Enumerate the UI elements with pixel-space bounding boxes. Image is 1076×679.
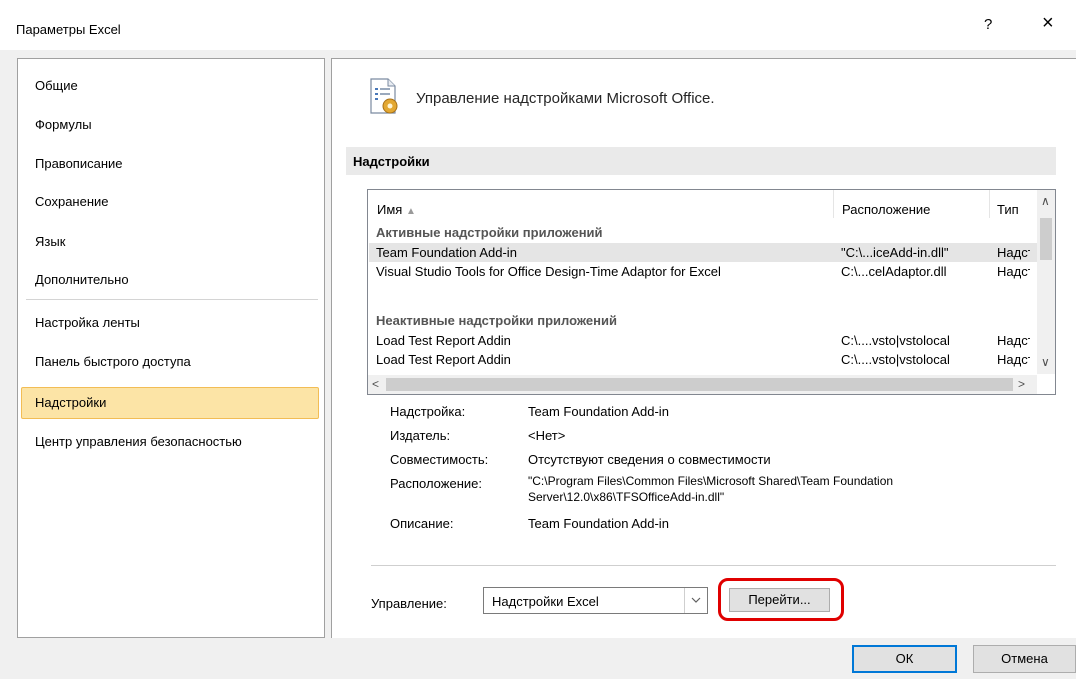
detail-desc-value: Team Foundation Add-in (528, 516, 669, 531)
detail-desc-label: Описание: (390, 516, 454, 531)
row-name: Team Foundation Add-in (376, 245, 517, 260)
detail-location-value-line1: "C:\Program Files\Common Files\Microsoft… (528, 474, 894, 488)
group-inactive-addins: Неактивные надстройки приложений (376, 313, 617, 328)
help-button[interactable]: ? (984, 16, 992, 33)
detail-addin-value: Team Foundation Add-in (528, 404, 669, 419)
cancel-button[interactable]: Отмена (973, 645, 1076, 673)
chevron-down-icon[interactable] (684, 588, 707, 613)
sidebar-item-customize-ribbon[interactable]: Настройка ленты (35, 315, 140, 330)
row-location: C:\...celAdaptor.dll (841, 264, 947, 279)
detail-compat-value: Отсутствуют сведения о совместимости (528, 452, 771, 467)
row-name: Load Test Report Addin (376, 333, 511, 348)
table-row[interactable]: Visual Studio Tools for Office Design-Ti… (369, 262, 1038, 281)
page-header: Управление надстройками Microsoft Office… (416, 90, 715, 107)
horizontal-scroll-thumb[interactable] (386, 378, 1013, 391)
addins-table[interactable]: Имя ▲ Расположение Тип Активные надстрой… (367, 189, 1056, 395)
sidebar-item-proofing[interactable]: Правописание (35, 156, 123, 171)
section-title: Надстройки (353, 154, 430, 169)
group-active-addins: Активные надстройки приложений (376, 225, 603, 240)
row-type: Надстройка (997, 245, 1030, 260)
sort-ascending-icon: ▲ (405, 206, 416, 217)
addins-icon (370, 78, 398, 114)
detail-compat-label: Совместимость: (390, 452, 489, 467)
sidebar-item-advanced[interactable]: Дополнительно (35, 272, 129, 287)
column-header-location[interactable]: Расположение (842, 202, 930, 217)
row-location: "C:\...iceAdd-in.dll" (841, 245, 949, 260)
sidebar-item-trust-center[interactable]: Центр управления безопасностью (35, 434, 242, 449)
row-type: Надстройка (997, 352, 1030, 367)
go-button-highlight-ring (718, 578, 844, 621)
manage-select[interactable]: Надстройки Excel (483, 587, 708, 614)
detail-addin-label: Надстройка: (390, 404, 466, 419)
divider (371, 565, 1056, 566)
row-name: Load Test Report Addin (376, 352, 511, 367)
row-type: Надстройка (997, 333, 1030, 348)
row-location: C:\....vsto|vstolocal (841, 352, 950, 367)
detail-location-value-line2: Server\12.0\x86\TFSOfficeAdd-in.dll" (528, 490, 725, 504)
sidebar-item-language[interactable]: Язык (35, 234, 65, 249)
scroll-right-icon[interactable]: > (1018, 377, 1025, 391)
column-header-name-label: Имя (377, 202, 403, 217)
sidebar-item-quick-access[interactable]: Панель быстрого доступа (35, 354, 191, 369)
sidebar-item-general[interactable]: Общие (35, 78, 78, 93)
sidebar-item-save[interactable]: Сохранение (35, 194, 109, 209)
column-header-type[interactable]: Тип (997, 202, 1019, 217)
scroll-up-icon[interactable]: ∧ (1041, 194, 1050, 208)
detail-location-label: Расположение: (390, 476, 482, 491)
detail-publisher-label: Издатель: (390, 428, 451, 443)
sidebar-item-formulas[interactable]: Формулы (35, 117, 92, 132)
vertical-scroll-thumb[interactable] (1040, 218, 1052, 260)
scroll-left-icon[interactable]: < (372, 377, 379, 391)
table-row[interactable]: Team Foundation Add-in "C:\...iceAdd-in.… (369, 243, 1038, 262)
section-header: Надстройки (346, 147, 1056, 175)
window-title: Параметры Excel (16, 22, 121, 37)
row-name: Visual Studio Tools for Office Design-Ti… (376, 264, 721, 279)
column-header-name[interactable]: Имя ▲ (377, 202, 416, 217)
ok-button[interactable]: ОК (852, 645, 957, 673)
manage-select-value: Надстройки Excel (492, 594, 599, 609)
row-location: C:\....vsto|vstolocal (841, 333, 950, 348)
scroll-down-icon[interactable]: ∨ (1041, 355, 1050, 369)
sidebar: Общие Формулы Правописание Сохранение Яз… (17, 58, 325, 638)
table-row[interactable]: Load Test Report Addin C:\....vsto|vstol… (369, 350, 1038, 369)
sidebar-item-addins[interactable]: Надстройки (35, 395, 106, 410)
detail-publisher-value: <Нет> (528, 428, 566, 443)
column-divider (989, 190, 990, 218)
sidebar-divider (26, 299, 318, 300)
row-type: Надстройка (997, 264, 1030, 279)
close-button[interactable]: × (1042, 13, 1054, 33)
table-row[interactable]: Load Test Report Addin C:\....vsto|vstol… (369, 331, 1038, 350)
column-divider (833, 190, 834, 218)
manage-label: Управление: (371, 596, 447, 611)
title-bar: Параметры Excel ? × (0, 0, 1076, 50)
